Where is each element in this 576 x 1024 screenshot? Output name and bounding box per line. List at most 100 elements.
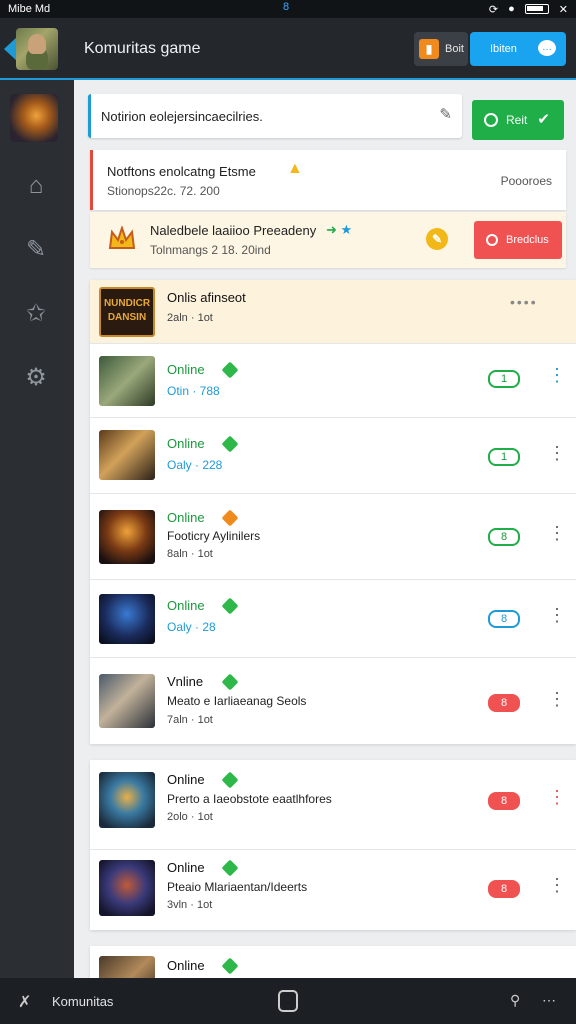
kebab-menu-icon[interactable]: ⋮ (548, 444, 566, 462)
crown-icon (108, 226, 136, 249)
member-avatar (99, 594, 155, 644)
sidebar-avatar[interactable] (10, 94, 58, 142)
notification-card[interactable]: Notftons enolcatng Etsme ▲ Stionops22c. … (90, 150, 566, 210)
count-badge: 8 (488, 792, 520, 810)
mic-icon[interactable]: ⚲ (510, 992, 520, 1009)
search-input[interactable]: Notirion eolejersincaecilries. ✎ (88, 94, 462, 138)
member-description: Prerto a Iaeobstote eaatlhfores (167, 792, 332, 806)
member-avatar (99, 860, 155, 916)
list-item[interactable]: Online Pteaio Mlariaentan/Ideerts 3vln ·… (90, 850, 576, 930)
page-title: Komuritas game (84, 40, 201, 57)
rotate-icon: ⟳ (488, 3, 499, 16)
member-status: Vnline (167, 674, 204, 689)
list-item[interactable]: Online Oaly · 228 1 ⋮ (90, 418, 576, 494)
close-icon: ✕ (558, 3, 568, 16)
kebab-menu-icon[interactable]: ⋮ (548, 690, 566, 708)
member-avatar (99, 356, 155, 406)
count-badge: 8 (488, 880, 520, 898)
gem-icon (221, 435, 239, 453)
pen-icon[interactable]: ✎ (439, 105, 452, 123)
sidebar: ⌂ ✎ ✩ ⚙ (0, 80, 74, 978)
member-list: Online (90, 946, 576, 978)
member-subtitle: Oaly · 228 (167, 458, 223, 472)
member-meta: 7aln · 1ot (167, 714, 213, 726)
member-list: Online Prerto a Iaeobstote eaatlhfores 2… (90, 760, 576, 930)
inbox-star-icon[interactable]: ✩ (22, 300, 50, 328)
gem-icon (221, 597, 239, 615)
member-status: Online (167, 860, 205, 875)
member-avatar (99, 510, 155, 564)
game-logo: NUNDICR DANSIN (99, 287, 155, 337)
member-subtitle: Otin · 788 (167, 384, 220, 398)
reply-button[interactable]: Reit ✔ (472, 100, 564, 140)
list-header-row[interactable]: NUNDICR DANSIN Onlis afinseot 2aln · 1ot… (90, 280, 576, 344)
status-bar-carrier: Mibe Md (8, 3, 51, 15)
list-item[interactable]: Online Otin · 788 1 ⋮ (90, 344, 576, 418)
member-meta: 3vln · 1ot (167, 899, 213, 911)
pencil-badge-icon[interactable]: ✎ (426, 228, 448, 250)
list-item[interactable]: Online Prerto a Iaeobstote eaatlhfores 2… (90, 760, 576, 850)
main-content: Notirion eolejersincaecilries. ✎ Reit ✔ … (74, 80, 576, 978)
bottom-bar: ✗ Komunitas ⚲ ⋯ (0, 978, 576, 1024)
gem-icon (221, 859, 239, 877)
member-subtitle: Oaly · 28 (167, 620, 216, 634)
join-button-label: Bredclus (506, 234, 549, 246)
kebab-menu-icon[interactable]: ⋮ (548, 524, 566, 542)
more-options-icon[interactable]: •••• (510, 294, 538, 310)
count-badge: 8 (488, 528, 520, 546)
list-item[interactable]: Vnline Meato e Iarliaeanag Seols 7aln · … (90, 658, 576, 744)
search-input-text: Notirion eolejersincaecilries. (101, 108, 263, 124)
header-action-button[interactable]: ▮ Boit (414, 32, 468, 66)
status-bar: Mibe Md 8 ⟳ ● ✕ (0, 0, 576, 18)
group-avatar (16, 28, 58, 70)
check-icon: ✔ (537, 111, 550, 128)
header-action-label: Boit (445, 43, 464, 55)
member-status: Online (167, 510, 205, 525)
member-status: Online (167, 362, 205, 377)
member-meta: 2olo · 1ot (167, 811, 213, 823)
more-icon[interactable]: ⋯ (542, 992, 556, 1009)
announcement-title: Naledbele laaiioo Preeadeny (150, 223, 317, 238)
close-icon[interactable]: ✗ (18, 992, 31, 1012)
reply-button-label: Reit (506, 113, 528, 127)
member-meta: 8aln · 1ot (167, 548, 213, 560)
list-item[interactable]: Online (90, 946, 576, 978)
member-avatar (99, 674, 155, 728)
list-item[interactable]: Online Footicry Aylinilers 8aln · 1ot 8 … (90, 494, 576, 580)
home-icon[interactable]: ⌂ (22, 172, 50, 200)
count-badge: 8 (488, 610, 520, 628)
count-badge: 1 (488, 370, 520, 388)
header-chat-button[interactable]: Ibiten … (470, 32, 566, 66)
notification-status: Poooroes (500, 174, 552, 188)
home-button-icon[interactable] (278, 990, 298, 1012)
member-status: Online (167, 772, 205, 787)
bell-icon: ▲ (287, 160, 303, 177)
notification-subtitle: Stionops22c. 72. 200 (107, 184, 220, 198)
arrow-star-icons: ➜ ★ (326, 222, 353, 237)
kebab-menu-icon[interactable]: ⋮ (548, 366, 566, 384)
member-description: Pteaio Mlariaentan/Ideerts (167, 880, 308, 894)
member-avatar (99, 956, 155, 978)
join-button[interactable]: Bredclus (474, 221, 562, 259)
gem-icon (221, 361, 239, 379)
bottom-bar-label: Komunitas (52, 994, 114, 1009)
gem-icon (221, 957, 239, 975)
back-button[interactable] (4, 28, 58, 70)
list-header-title: Onlis afinseot (167, 290, 246, 305)
chat-bubble-icon: … (538, 40, 556, 56)
gem-icon (221, 771, 239, 789)
bookmark-icon: ▮ (419, 39, 439, 59)
edit-icon[interactable]: ✎ (22, 236, 50, 264)
gear-icon[interactable]: ⚙ (22, 364, 50, 392)
count-badge: 1 (488, 448, 520, 466)
app-header: Komuritas game ▮ Boit Ibiten … (0, 18, 576, 80)
kebab-menu-icon[interactable]: ⋮ (548, 606, 566, 624)
list-item[interactable]: Online Oaly · 28 8 ⋮ (90, 580, 576, 658)
member-status: Online (167, 958, 205, 973)
count-badge: 8 (488, 694, 520, 712)
member-description: Footicry Aylinilers (167, 529, 261, 543)
list-header-meta: 2aln · 1ot (167, 312, 213, 324)
kebab-menu-icon[interactable]: ⋮ (548, 876, 566, 894)
kebab-menu-icon[interactable]: ⋮ (548, 788, 566, 806)
circle-icon (484, 113, 498, 127)
